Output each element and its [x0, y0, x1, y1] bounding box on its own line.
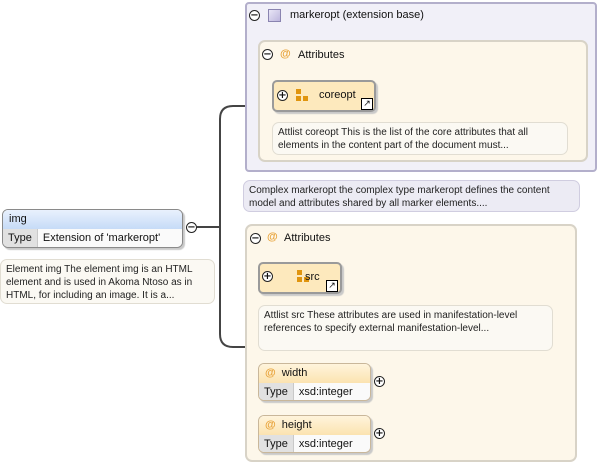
type-label: Type: [259, 435, 294, 452]
collapse-img-attributes-toggle[interactable]: −: [250, 233, 261, 244]
height-attribute-box[interactable]: @ height Type xsd:integer: [258, 415, 371, 453]
height-name: height: [281, 419, 312, 431]
at-icon: @: [280, 48, 291, 60]
img-type-row: Type Extension of 'markeropt': [3, 229, 182, 247]
expand-width-toggle[interactable]: +: [374, 376, 385, 387]
attribute-group-icon: [296, 89, 308, 101]
width-name: width: [281, 367, 308, 379]
type-value: xsd:integer: [293, 383, 370, 400]
at-icon: @: [265, 419, 276, 431]
coreopt-name: coreopt: [319, 89, 356, 101]
src-documentation: Attlist src These attributes are used in…: [258, 305, 553, 351]
width-type-row: Type xsd:integer: [259, 383, 370, 400]
collapse-markeropt-toggle[interactable]: −: [249, 10, 260, 21]
img-documentation: Element img The element img is an HTML e…: [0, 259, 215, 304]
markeropt-title: markeropt (extension base): [290, 9, 424, 21]
src-name: src: [305, 271, 320, 283]
type-value: Extension of 'markeropt': [37, 229, 182, 247]
coreopt-link-icon[interactable]: ↗: [361, 98, 373, 110]
collapse-img-toggle[interactable]: −: [186, 222, 197, 233]
src-link-icon[interactable]: ↗: [326, 280, 338, 292]
type-label: Type: [259, 383, 294, 400]
type-label: Type: [3, 229, 38, 247]
expand-src-toggle[interactable]: +: [262, 271, 273, 282]
expand-height-toggle[interactable]: +: [374, 428, 385, 439]
height-type-row: Type xsd:integer: [259, 435, 370, 452]
coreopt-documentation: Attlist coreopt This is the list of the …: [272, 122, 568, 155]
type-value: xsd:integer: [293, 435, 370, 452]
collapse-markeropt-attributes-toggle[interactable]: −: [262, 49, 273, 60]
markeropt-attributes-title: Attributes: [298, 49, 345, 61]
complex-type-icon: [268, 9, 281, 22]
at-icon: @: [265, 367, 276, 379]
img-attributes-title: Attributes: [284, 232, 331, 244]
markeropt-documentation: Complex markeropt the complex type marke…: [243, 180, 580, 212]
img-element-box[interactable]: img Type Extension of 'markeropt': [2, 209, 183, 248]
img-element-name: img: [3, 210, 182, 229]
at-icon: @: [267, 231, 278, 243]
expand-coreopt-toggle[interactable]: +: [277, 90, 288, 101]
width-attribute-box[interactable]: @ width Type xsd:integer: [258, 363, 371, 401]
